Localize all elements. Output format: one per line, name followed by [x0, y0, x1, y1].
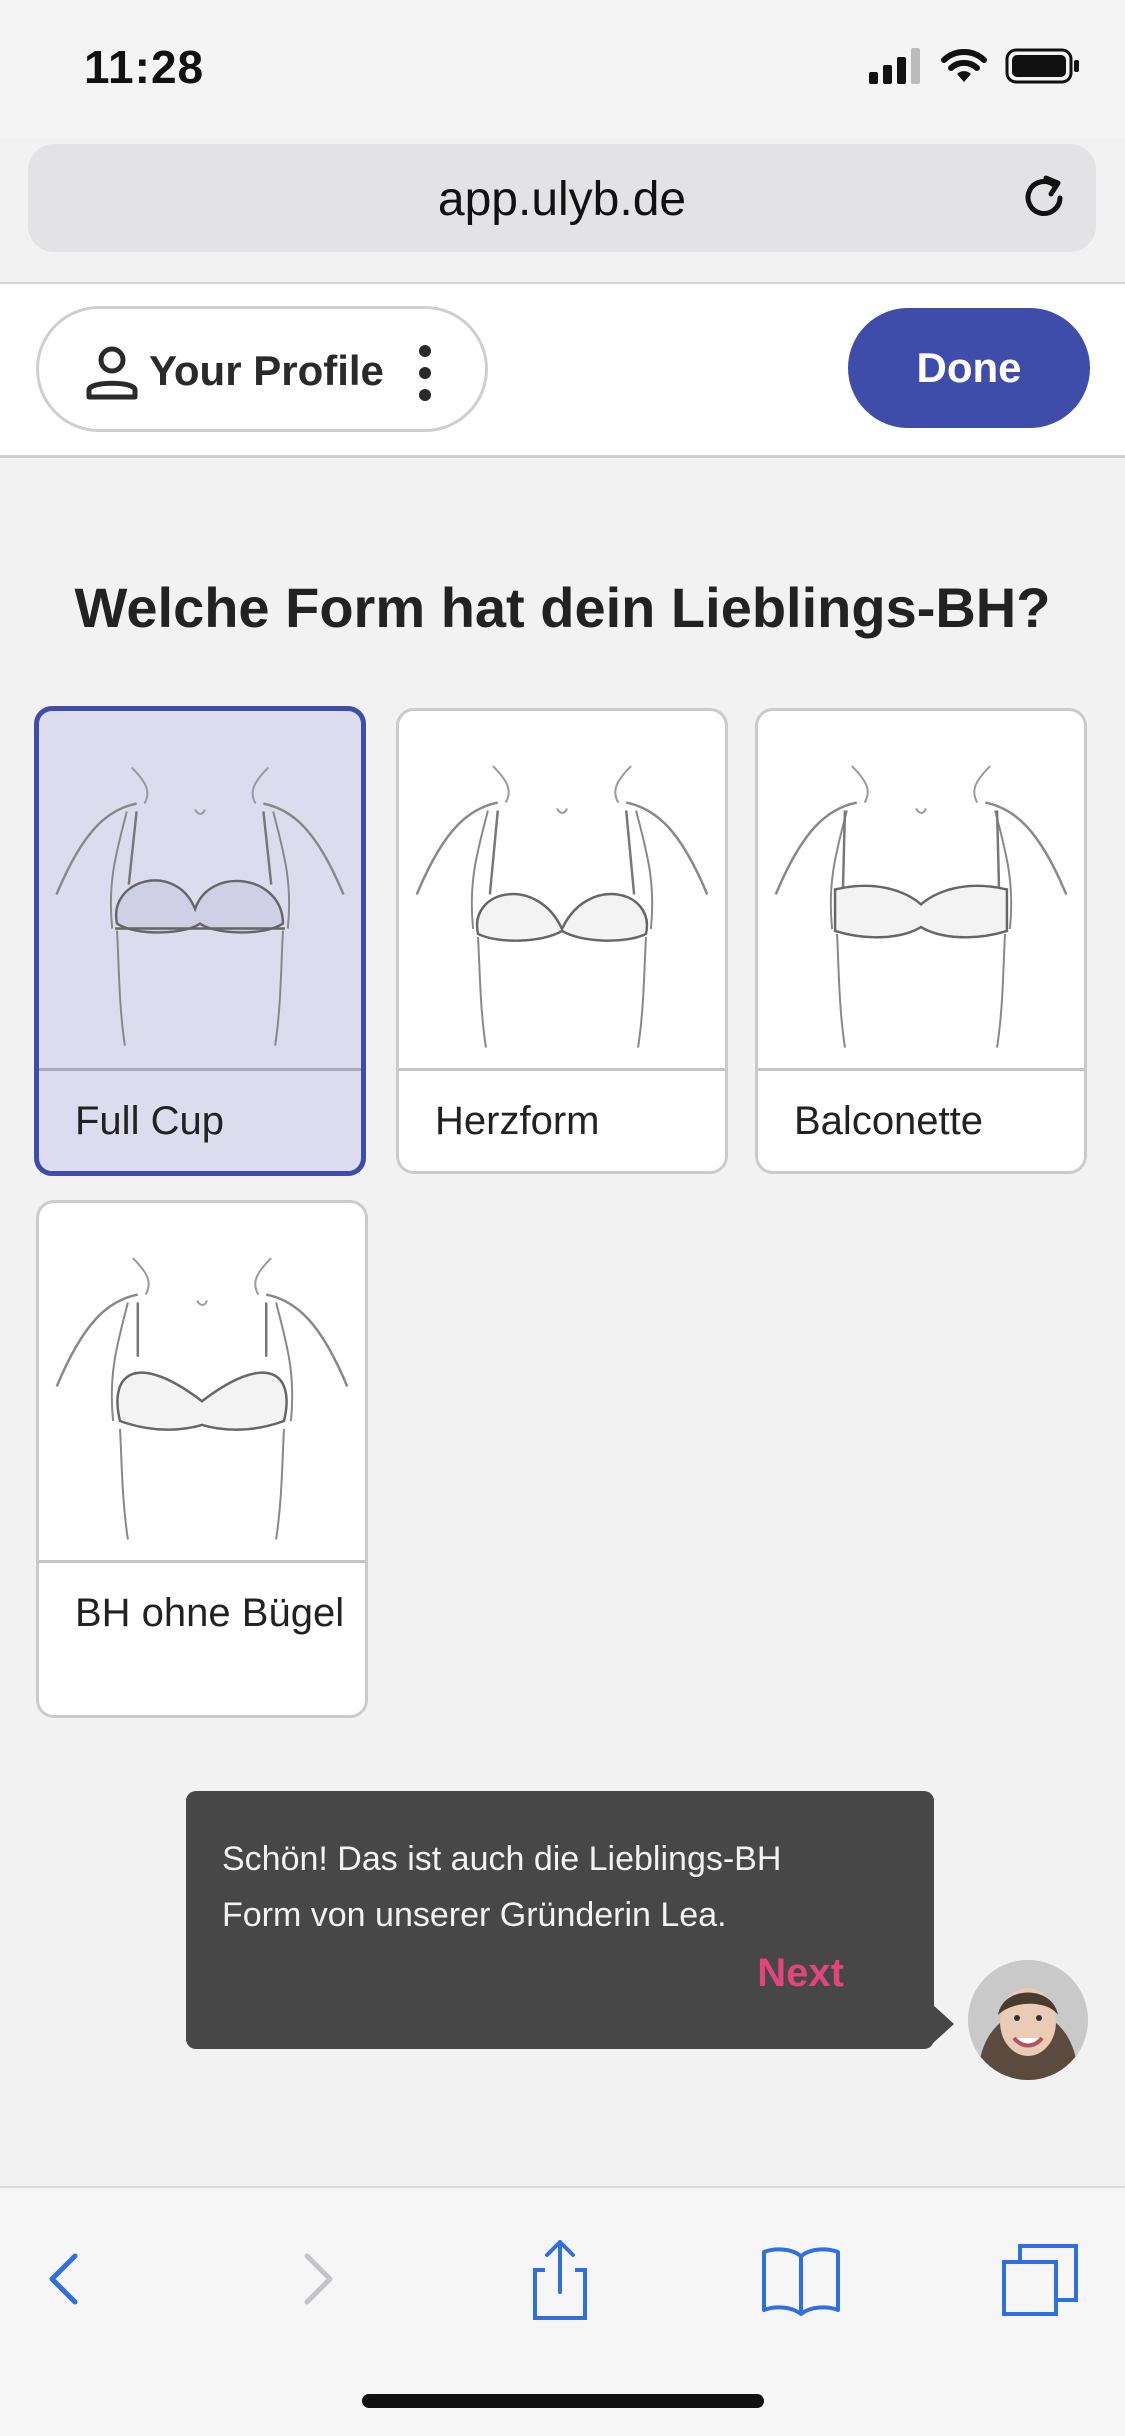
profile-label: Your Profile [149, 347, 384, 394]
question-title: Welche Form hat dein Lieblings-BH? [74, 576, 1051, 639]
forward-arrow-icon[interactable] [272, 2234, 362, 2324]
option-label: Herzform [435, 1099, 600, 1143]
option-card-full-cup[interactable]: Full Cup [34, 706, 366, 1176]
share-icon[interactable] [515, 2234, 605, 2324]
tabs-icon[interactable] [996, 2234, 1086, 2324]
tooltip-arrow [932, 2004, 954, 2044]
back-arrow-icon[interactable] [20, 2234, 110, 2324]
done-button[interactable]: Done [848, 308, 1090, 428]
next-button[interactable]: Next [757, 1951, 844, 1996]
bra-illustration [399, 711, 725, 1071]
bra-illustration [39, 711, 361, 1071]
option-label: BH ohne Bügel [75, 1591, 345, 1635]
app-header: Your Profile Done [0, 284, 1125, 458]
battery-icon [1005, 48, 1079, 84]
option-label: Balconette [794, 1099, 984, 1143]
bookmarks-icon[interactable] [756, 2234, 846, 2324]
avatar [968, 1960, 1088, 2080]
tooltip-text: Schön! Das ist auch die Lieblings-BH For… [222, 1840, 782, 1934]
option-card-balconette[interactable]: Balconette [755, 708, 1087, 1174]
person-icon [86, 346, 138, 400]
option-label: Full Cup [75, 1099, 224, 1143]
reload-icon[interactable] [1016, 170, 1072, 226]
address-bar[interactable]: app.ulyb.de [28, 144, 1096, 252]
option-card-bh-ohne-buegel[interactable]: BH ohne Bügel [36, 1200, 368, 1718]
profile-button[interactable]: Your Profile [36, 306, 488, 432]
signal-icon [869, 48, 920, 84]
more-vertical-icon[interactable] [415, 343, 435, 403]
bra-illustration [39, 1203, 365, 1563]
url-text[interactable]: app.ulyb.de [28, 172, 1096, 227]
status-bar: 11:28 [0, 0, 1125, 138]
coach-tooltip: Schön! Das ist auch die Lieblings-BH For… [186, 1791, 934, 2049]
status-icons [869, 48, 1081, 84]
wifi-icon [941, 49, 987, 82]
home-indicator [362, 2394, 764, 2408]
bra-illustration [758, 711, 1084, 1071]
status-time: 11:28 [84, 41, 205, 93]
option-card-herzform[interactable]: Herzform [396, 708, 728, 1174]
